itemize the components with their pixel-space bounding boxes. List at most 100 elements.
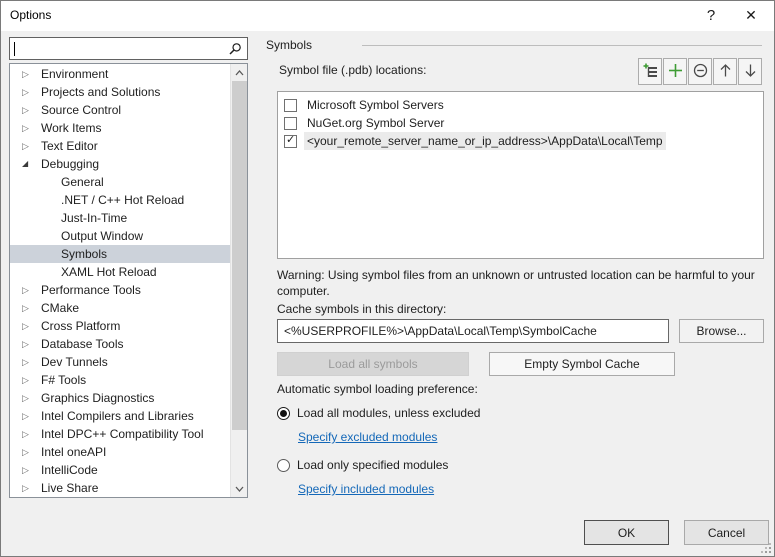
radio-load-all-modules[interactable]: Load all modules, unless excluded bbox=[277, 406, 480, 420]
tree-item-label: XAML Hot Reload bbox=[61, 265, 157, 279]
tree-item-projects-and-solutions[interactable]: ▷Projects and Solutions bbox=[10, 83, 230, 101]
specify-included-modules-link[interactable]: Specify included modules bbox=[298, 482, 434, 496]
symbol-location-row[interactable]: ✓<your_remote_server_name_or_ip_address>… bbox=[278, 132, 763, 150]
close-icon: ✕ bbox=[745, 7, 757, 24]
expand-icon[interactable]: ▷ bbox=[22, 353, 41, 371]
add-location-button[interactable] bbox=[663, 58, 687, 85]
tree-item-intel-dpc-compatibility-tool[interactable]: ▷Intel DPC++ Compatibility Tool bbox=[10, 425, 230, 443]
tree-item-label: Symbols bbox=[61, 247, 107, 261]
specify-excluded-modules-link[interactable]: Specify excluded modules bbox=[298, 430, 437, 444]
expand-icon[interactable]: ▷ bbox=[22, 479, 41, 497]
radio-selected-icon[interactable] bbox=[277, 407, 290, 420]
expand-icon[interactable]: ▷ bbox=[22, 299, 41, 317]
tree-item-intel-compilers-and-libraries[interactable]: ▷Intel Compilers and Libraries bbox=[10, 407, 230, 425]
locations-toolbar bbox=[638, 58, 762, 85]
expand-icon[interactable]: ▷ bbox=[22, 407, 41, 425]
tree-item-cross-platform[interactable]: ▷Cross Platform bbox=[10, 317, 230, 335]
expand-icon[interactable]: ▷ bbox=[22, 281, 41, 299]
tree-item-performance-tools[interactable]: ▷Performance Tools bbox=[10, 281, 230, 299]
tree-item-label: Intel oneAPI bbox=[41, 445, 106, 459]
tree-item-live-share[interactable]: ▷Live Share bbox=[10, 479, 230, 497]
radio-label: Load all modules, unless excluded bbox=[297, 406, 480, 420]
tree-item-text-editor[interactable]: ▷Text Editor bbox=[10, 137, 230, 155]
tree-item-label: Text Editor bbox=[41, 139, 98, 153]
radio-label: Load only specified modules bbox=[297, 458, 448, 472]
radio-unselected-icon[interactable] bbox=[277, 459, 290, 472]
cancel-button[interactable]: Cancel bbox=[684, 520, 769, 545]
scroll-down-icon[interactable] bbox=[231, 480, 248, 497]
move-down-button[interactable] bbox=[738, 58, 762, 85]
expand-icon[interactable]: ▷ bbox=[22, 65, 41, 83]
tree-item-label: Debugging bbox=[41, 157, 99, 171]
tree-item-general[interactable]: General bbox=[10, 173, 230, 191]
new-location-button[interactable] bbox=[638, 58, 662, 85]
resize-grip-icon[interactable] bbox=[761, 543, 771, 553]
arrow-up-icon bbox=[719, 63, 732, 81]
checkbox-unchecked-icon[interactable]: ✓ bbox=[284, 117, 297, 130]
tree-item-database-tools[interactable]: ▷Database Tools bbox=[10, 335, 230, 353]
tree-item-work-items[interactable]: ▷Work Items bbox=[10, 119, 230, 137]
expand-icon[interactable]: ▷ bbox=[22, 317, 41, 335]
tree-item-intel-oneapi[interactable]: ▷Intel oneAPI bbox=[10, 443, 230, 461]
tree-item-source-control[interactable]: ▷Source Control bbox=[10, 101, 230, 119]
symbol-location-row[interactable]: ✓ NuGet.org Symbol Server bbox=[278, 114, 763, 132]
expand-icon[interactable]: ▷ bbox=[22, 425, 41, 443]
tree-item-label: Work Items bbox=[41, 121, 101, 135]
symbol-location-label: NuGet.org Symbol Server bbox=[304, 114, 447, 132]
tree-item-label: F# Tools bbox=[41, 373, 86, 387]
checkbox-unchecked-icon[interactable]: ✓ bbox=[284, 99, 297, 112]
dialog-title: Options bbox=[10, 8, 51, 22]
search-input[interactable] bbox=[9, 37, 248, 60]
checkbox-checked-icon[interactable]: ✓ bbox=[284, 135, 297, 148]
cache-directory-label: Cache symbols in this directory: bbox=[277, 302, 446, 316]
scroll-up-icon[interactable] bbox=[231, 64, 248, 81]
tree-item-just-in-time[interactable]: Just-In-Time bbox=[10, 209, 230, 227]
help-button[interactable]: ? bbox=[694, 1, 728, 30]
text-caret bbox=[14, 42, 15, 56]
check-mark-icon: ✓ bbox=[286, 133, 295, 146]
empty-symbol-cache-button[interactable]: Empty Symbol Cache bbox=[489, 352, 675, 376]
expand-icon[interactable]: ▷ bbox=[22, 461, 41, 479]
locations-label: Symbol file (.pdb) locations: bbox=[279, 63, 426, 77]
expand-icon[interactable]: ▷ bbox=[22, 101, 41, 119]
tree-item-label: Projects and Solutions bbox=[41, 85, 160, 99]
cache-directory-input[interactable] bbox=[277, 319, 669, 343]
move-up-button[interactable] bbox=[713, 58, 737, 85]
symbol-locations-list: ✓Microsoft Symbol Servers✓NuGet.org Symb… bbox=[277, 91, 764, 259]
tree-item-label: Output Window bbox=[61, 229, 143, 243]
tree-item-intellicode[interactable]: ▷IntelliCode bbox=[10, 461, 230, 479]
expand-icon[interactable]: ▷ bbox=[22, 83, 41, 101]
browse-button[interactable]: Browse... bbox=[679, 319, 764, 343]
collapse-icon[interactable]: ◢ bbox=[22, 155, 41, 173]
close-button[interactable]: ✕ bbox=[734, 1, 768, 30]
load-all-symbols-button: Load all symbols bbox=[277, 352, 469, 376]
remove-location-button[interactable] bbox=[688, 58, 712, 85]
symbol-location-row[interactable]: ✓Microsoft Symbol Servers bbox=[278, 96, 763, 114]
tree-item-xaml-hot-reload[interactable]: XAML Hot Reload bbox=[10, 263, 230, 281]
scrollbar-thumb[interactable] bbox=[232, 81, 247, 430]
radio-load-specified-modules[interactable]: Load only specified modules bbox=[277, 458, 448, 472]
expand-icon[interactable]: ▷ bbox=[22, 335, 41, 353]
expand-icon[interactable]: ▷ bbox=[22, 371, 41, 389]
tree-item-net-c-hot-reload[interactable]: .NET / C++ Hot Reload bbox=[10, 191, 230, 209]
tree-item-cmake[interactable]: ▷CMake bbox=[10, 299, 230, 317]
tree-item-label: Environment bbox=[41, 67, 108, 81]
tree-item-label: IntelliCode bbox=[41, 463, 98, 477]
tree-scrollbar[interactable] bbox=[230, 64, 247, 497]
expand-icon[interactable]: ▷ bbox=[22, 119, 41, 137]
tree-item-graphics-diagnostics[interactable]: ▷Graphics Diagnostics bbox=[10, 389, 230, 407]
expand-icon[interactable]: ▷ bbox=[22, 443, 41, 461]
tree-item-symbols[interactable]: Symbols bbox=[10, 245, 230, 263]
ok-button[interactable]: OK bbox=[584, 520, 669, 545]
tree-item-f-tools[interactable]: ▷F# Tools bbox=[10, 371, 230, 389]
tree-item-environment[interactable]: ▷Environment bbox=[10, 65, 230, 83]
help-icon: ? bbox=[707, 7, 715, 24]
expand-icon[interactable]: ▷ bbox=[22, 389, 41, 407]
tree-item-debugging[interactable]: ◢Debugging bbox=[10, 155, 230, 173]
options-dialog: Options ? ✕ ▷Environment▷Projects and So… bbox=[0, 0, 775, 557]
tree-item-dev-tunnels[interactable]: ▷Dev Tunnels bbox=[10, 353, 230, 371]
tree-item-label: Intel DPC++ Compatibility Tool bbox=[41, 427, 204, 441]
tree-item-output-window[interactable]: Output Window bbox=[10, 227, 230, 245]
expand-icon[interactable]: ▷ bbox=[22, 137, 41, 155]
tree-item-label: CMake bbox=[41, 301, 79, 315]
